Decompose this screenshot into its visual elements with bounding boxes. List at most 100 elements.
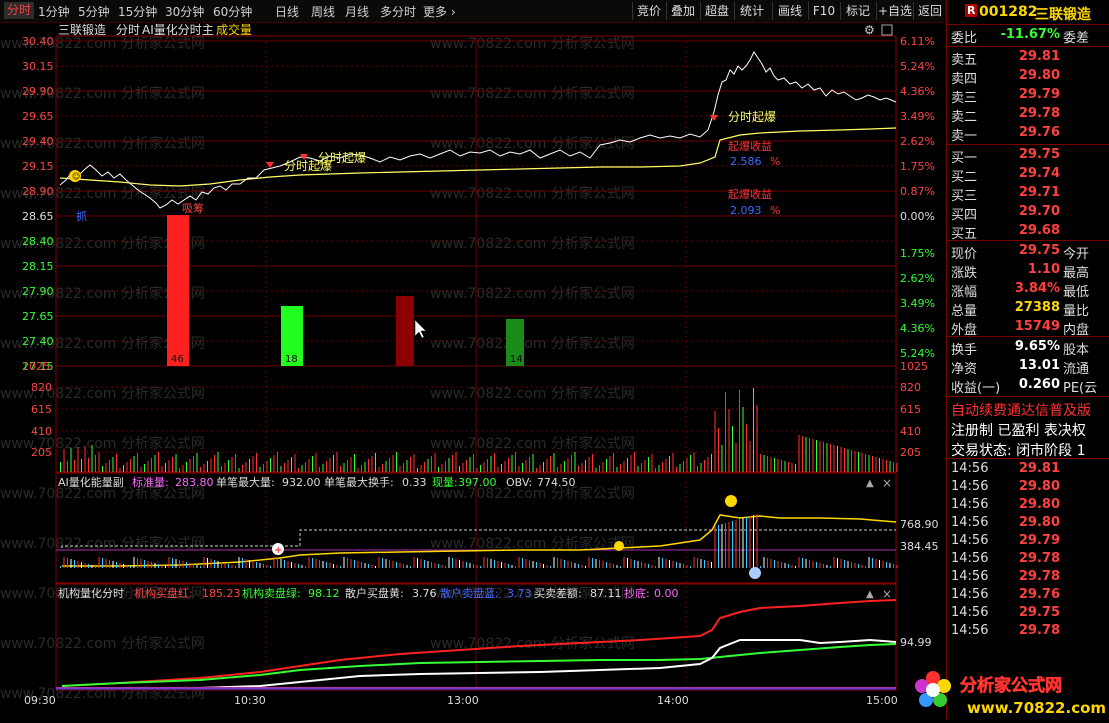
energy-bar — [858, 564, 859, 568]
svg-text:www.70822.com 分析家公式网: www.70822.com 分析家公式网 — [430, 435, 635, 452]
sub1-controls[interactable]: ▲ × — [866, 476, 892, 490]
tab-weekly[interactable]: 周线 — [311, 3, 335, 20]
energy-bar — [77, 561, 79, 568]
tab-monthly[interactable]: 月线 — [345, 3, 369, 20]
energy-bar — [662, 558, 663, 568]
svg-text:28.65: 28.65 — [22, 210, 54, 223]
main-panel-controls[interactable]: ⚙ — [864, 23, 893, 37]
volume-bar — [333, 455, 334, 472]
volume-bar — [343, 463, 345, 472]
volume-bar — [655, 468, 656, 472]
volume-bar — [665, 459, 667, 472]
energy-bar — [420, 559, 422, 568]
energy-bar — [861, 565, 863, 568]
energy-bar — [676, 562, 677, 568]
energy-bar — [270, 566, 271, 568]
notice-row-2: 注册制 已盈利 表决权 — [951, 423, 1086, 439]
volume-bar — [144, 464, 145, 472]
tab-15min[interactable]: 15分钟 — [118, 3, 157, 20]
tick-row: 14:56 29.78 — [951, 569, 1060, 584]
energy-bar — [84, 563, 86, 568]
volume-bar — [133, 456, 135, 472]
volume-bar — [434, 453, 436, 472]
volume-bar — [77, 447, 79, 472]
volume-bar — [322, 464, 324, 472]
volume-bar — [777, 459, 779, 472]
energy-bar — [151, 562, 152, 568]
tab-daily[interactable]: 日线 — [275, 3, 299, 20]
svg-text:615: 615 — [900, 403, 921, 416]
svg-text:抓: 抓 — [76, 209, 87, 223]
energy-bar — [396, 562, 397, 568]
volume-bar — [312, 456, 313, 472]
energy-bar — [623, 557, 625, 568]
energy-bar — [319, 560, 320, 568]
settings-icon: ⚙ — [864, 23, 875, 37]
tab-multi-intraday[interactable]: 多分时 — [380, 3, 416, 20]
energy-bar — [126, 565, 128, 568]
energy-bar — [137, 558, 138, 568]
energy-bar — [851, 562, 852, 568]
volume-bar — [277, 452, 278, 472]
auction-button[interactable]: 竞价 — [632, 2, 665, 20]
svg-text:www.70822.com 分析家公式网: www.70822.com 分析家公式网 — [430, 285, 635, 302]
ask-row: 卖一 29.76 — [951, 125, 1060, 144]
energy-bar — [658, 557, 660, 568]
volume-bar — [546, 459, 548, 472]
energy-bar — [277, 558, 278, 568]
energy-bar — [690, 566, 691, 568]
energy-bar — [280, 559, 282, 568]
energy-bar — [102, 558, 103, 568]
volume-bar — [350, 457, 352, 472]
svg-text:吸筹: 吸筹 — [182, 201, 204, 215]
volume-bar — [861, 453, 863, 472]
tab-30min[interactable]: 30分钟 — [165, 3, 204, 20]
site-logo: 分析家公式网 www.70822.com — [905, 665, 1109, 720]
svg-text:%: % — [770, 204, 780, 217]
intraday-chart[interactable]: www.70822.com 分析家公式网 www.70822.com 分析家公式网… — [0, 22, 945, 720]
price-line — [59, 51, 897, 209]
volume-bar — [816, 440, 817, 472]
weibi-row: 委比 -11.67% 委差 — [951, 27, 1090, 46]
close-icon: × — [882, 476, 892, 490]
svg-text:2.586: 2.586 — [730, 155, 762, 168]
back-button[interactable]: 返回 — [913, 2, 946, 20]
tab-60min[interactable]: 60分钟 — [213, 3, 252, 20]
energy-bar — [539, 563, 541, 568]
volume-bar — [74, 460, 75, 472]
volume-bar — [158, 452, 159, 472]
energy-bar — [140, 559, 142, 568]
f10-button[interactable]: F10 — [808, 2, 839, 20]
sub2-controls[interactable]: ▲ × — [866, 587, 892, 601]
notice-row-1[interactable]: 自动续费通达信普及版 — [947, 399, 1109, 419]
volume-bar — [616, 467, 618, 472]
super-button[interactable]: 超盘 — [700, 2, 733, 20]
add-watchlist-button[interactable]: +自选 — [876, 2, 913, 20]
volume-bar — [613, 453, 614, 472]
energy-bar — [620, 566, 621, 568]
svg-text:15:00: 15:00 — [866, 694, 898, 707]
svg-text:774.50: 774.50 — [537, 476, 576, 489]
tab-1min[interactable]: 1分钟 — [38, 3, 70, 20]
signal-bar-1 — [167, 215, 189, 366]
volume-bar — [168, 460, 170, 472]
svg-text:散户买盘黄:: 散户买盘黄: — [345, 586, 404, 600]
tab-5min[interactable]: 5分钟 — [78, 3, 110, 20]
energy-bar — [207, 558, 208, 568]
volume-bar — [588, 457, 590, 472]
energy-bar — [550, 566, 551, 568]
tab-more[interactable]: 更多 › — [423, 3, 456, 20]
energy-bar — [770, 559, 772, 568]
energy-bar — [228, 564, 229, 568]
volume-bar — [851, 450, 852, 472]
stat-row: 总量 27388 量比 — [951, 300, 1090, 319]
energy-bar — [714, 526, 716, 568]
energy-bar — [865, 566, 866, 568]
stats-button[interactable]: 统计 — [734, 2, 769, 20]
mark-button[interactable]: 标记 — [840, 2, 875, 20]
tab-intraday[interactable]: 分时 — [4, 2, 35, 19]
overlay-button[interactable]: 叠加 — [666, 2, 699, 20]
svg-text:www.70822.com 分析家公式网: www.70822.com 分析家公式网 — [430, 335, 635, 352]
volume-bar — [483, 462, 485, 472]
draw-button[interactable]: 画线 — [772, 2, 807, 20]
